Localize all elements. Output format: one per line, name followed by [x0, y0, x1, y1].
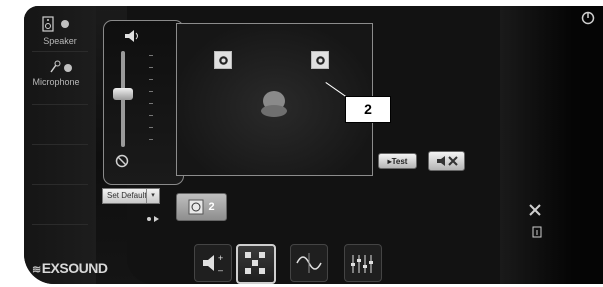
right-bar: [500, 6, 603, 284]
bottom-tabs: + –: [194, 244, 400, 284]
tick-mark: [149, 79, 153, 80]
brand-logo: ≋EXSOUND: [32, 260, 108, 276]
speaker-layout-icon: [245, 252, 265, 274]
status-dot-icon: [64, 64, 72, 72]
tick-mark: [149, 127, 153, 128]
dots-icon: [147, 216, 159, 222]
tick-mark: [149, 115, 153, 116]
equalizer-icon: [351, 255, 373, 273]
main-panel: Speaker Microphone ≋EXSOUND Set Default …: [24, 6, 603, 284]
tab-equalizer[interactable]: [344, 244, 382, 282]
volume-mixer: [103, 20, 184, 185]
tick-mark: [149, 139, 153, 140]
app-window: Speaker Microphone ≋EXSOUND Set Default …: [0, 0, 603, 287]
volume-slider-handle[interactable]: [113, 88, 133, 101]
tab-waveform[interactable]: [290, 244, 328, 282]
tick-mark: [149, 91, 153, 92]
waveform-icon: [296, 253, 322, 273]
device-sidebar: Speaker Microphone ≋EXSOUND: [24, 6, 108, 284]
speaker-count-button[interactable]: 2: [176, 193, 227, 221]
speaker-mute-icon: [436, 156, 458, 166]
chevron-down-icon: ▾: [146, 189, 159, 203]
speaker-room: [176, 23, 373, 176]
test-button[interactable]: ▸Test: [378, 153, 417, 169]
divider: [32, 51, 88, 52]
tick-mark: [149, 103, 153, 104]
tick-mark: [149, 55, 153, 56]
speaker-device-icon: [42, 16, 54, 32]
volume-icon: [125, 30, 138, 42]
right-speaker-icon[interactable]: [311, 51, 329, 69]
speaker-count: 2: [208, 201, 215, 213]
divider: [32, 144, 88, 145]
speaker-device-icon: [188, 199, 204, 215]
tab-volume[interactable]: + –: [194, 244, 232, 282]
svg-text:+: +: [218, 253, 223, 263]
divider: [32, 104, 88, 105]
callout-label: 2: [345, 96, 391, 123]
tick-mark: [149, 67, 153, 68]
microphone-device-icon: [50, 60, 61, 73]
divider: [32, 184, 88, 185]
svg-text:–: –: [218, 265, 223, 275]
set-default-label: Set Default: [107, 191, 147, 200]
divider: [32, 224, 88, 225]
status-dot-icon: [61, 20, 69, 28]
device-label: Microphone: [32, 77, 80, 87]
tools-icon[interactable]: [528, 203, 542, 217]
volume-plus-minus-icon: + –: [203, 253, 223, 275]
device-label: Speaker: [43, 36, 77, 46]
power-icon[interactable]: [581, 11, 595, 25]
speaker-settings-button[interactable]: [428, 151, 465, 171]
mute-icon[interactable]: [115, 154, 129, 168]
listener-icon: [261, 91, 287, 117]
info-icon[interactable]: [532, 226, 542, 238]
left-speaker-icon[interactable]: [214, 51, 232, 69]
test-button-label: ▸Test: [387, 156, 408, 166]
set-default-select[interactable]: Set Default ▾: [102, 188, 160, 204]
tab-speaker-layout[interactable]: [236, 244, 276, 284]
